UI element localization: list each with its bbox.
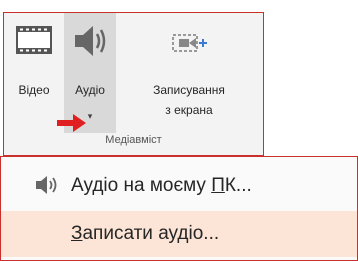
speaker-icon [36,176,57,194]
speaker-icon [75,26,106,56]
screen-recording-label-line1: Записування [153,83,225,97]
film-icon [16,26,52,54]
group-title: Медіавміст [105,134,162,146]
audio-dropdown-menu: Аудіо на моєму ПК... Записати аудіо... [0,156,358,261]
video-button-label: Відео [18,83,50,97]
screen-recording-button[interactable]: Записування з екрана [120,13,258,131]
screen-recording-icon [172,34,207,52]
screen-recording-label-line2: з екрана [165,103,213,117]
menu-item-label: Записати аудіо... [71,223,220,244]
media-ribbon-group: Відео Аудіо ▾ Записування з екрана Медіа… [3,12,264,156]
red-arrow-icon [57,114,86,132]
video-button[interactable]: Відео [8,13,60,131]
menu-item-record-audio[interactable]: Записати аудіо... [1,211,357,257]
menu-item-label: Аудіо на моєму ПК... [71,175,252,196]
menu-item-audio-on-pc[interactable]: Аудіо на моєму ПК... [1,163,357,209]
audio-button-label: Аудіо [75,83,105,97]
